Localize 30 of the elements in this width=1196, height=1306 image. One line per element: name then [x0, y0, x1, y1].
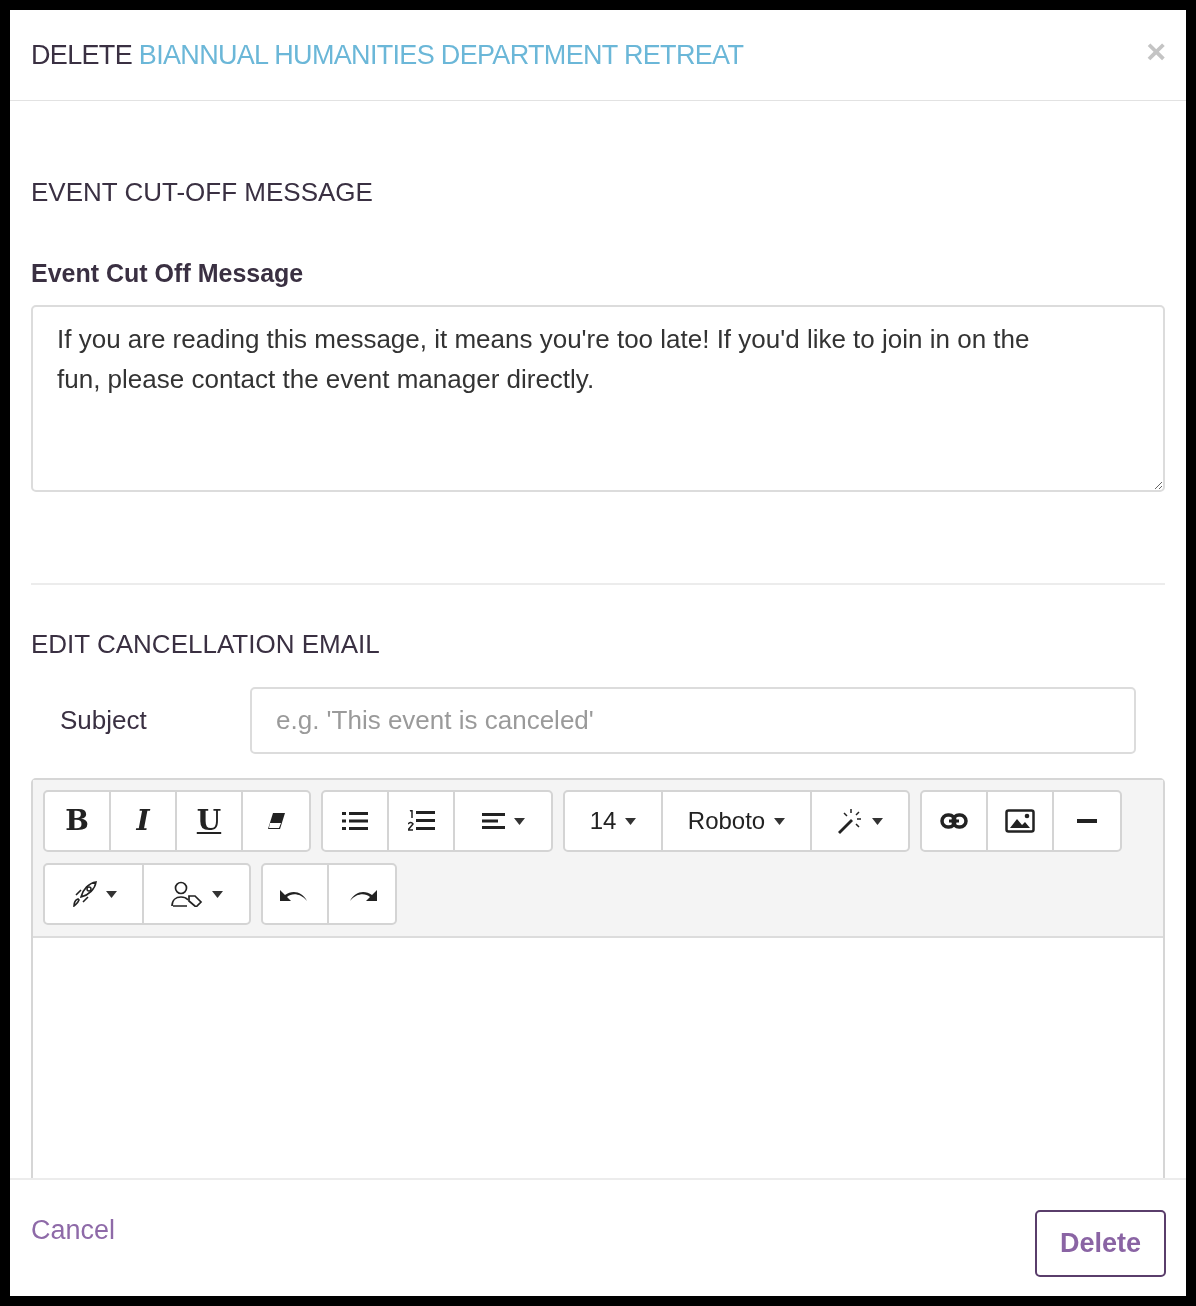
- link-icon: [940, 813, 968, 829]
- section-heading: EDIT CANCELLATION EMAIL: [31, 628, 381, 661]
- subject-field[interactable]: e.g. 'This event is canceled': [250, 687, 1136, 754]
- message-textarea[interactable]: If you are reading this message, it means you're too late! If you'd like to join in on the fun, please contact the event manager directly.: [31, 305, 1165, 492]
- caret-icon: [105, 890, 117, 898]
- font-size-dropdown[interactable]: 14: [565, 792, 663, 850]
- caret-icon: [625, 817, 637, 825]
- italic-button[interactable]: I: [111, 792, 177, 850]
- font-family-dropdown[interactable]: Roboto: [663, 792, 812, 850]
- event-name: BIANNUAL HUMANITIES DEPARTMENT RETREAT: [138, 39, 744, 70]
- cancel-link[interactable]: Cancel: [31, 1209, 116, 1251]
- caret-icon: [774, 817, 786, 825]
- person-tag-icon: [170, 881, 203, 907]
- field-label: Event Cut Off Message: [31, 258, 305, 288]
- image-icon: [1005, 809, 1035, 833]
- subject-label: Subject: [60, 704, 148, 737]
- dialog-title-prefix: DELETE: [31, 39, 132, 70]
- underline-button[interactable]: U: [177, 792, 243, 850]
- caret-icon: [872, 817, 883, 825]
- caret-icon: [513, 817, 525, 825]
- delete-button[interactable]: Delete: [1035, 1209, 1166, 1277]
- bold-button[interactable]: B: [45, 792, 111, 850]
- caret-icon: [211, 890, 223, 898]
- bulleted-list-icon: [342, 811, 368, 831]
- magic-wand-icon: [837, 808, 863, 834]
- align-left-icon: [481, 812, 505, 830]
- eraser-icon: [266, 812, 286, 830]
- numbered-list-icon: [407, 810, 435, 832]
- section-heading: EVENT CUT-OFF MESSAGE: [31, 176, 374, 209]
- rocket-icon: [70, 881, 97, 907]
